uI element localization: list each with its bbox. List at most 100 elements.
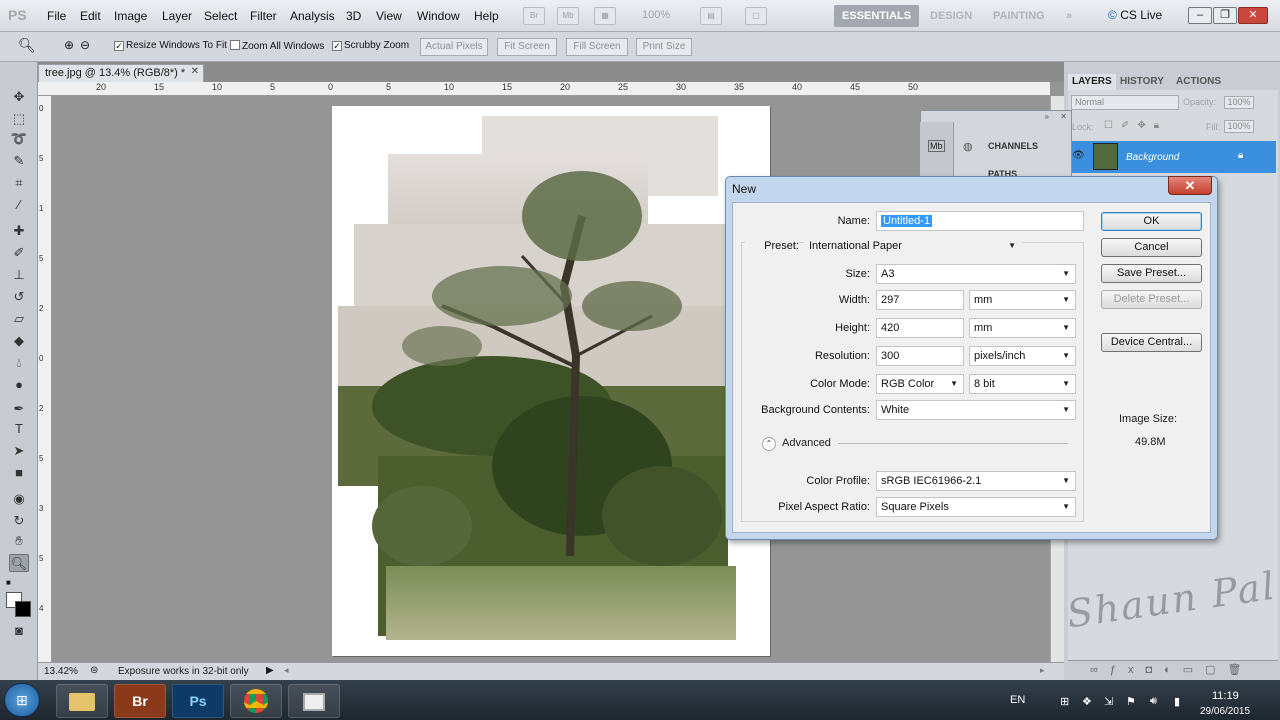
tab-history[interactable]: HISTORY <box>1120 74 1164 90</box>
extras-icon[interactable]: ▦ <box>594 7 616 25</box>
background-contents-select[interactable]: White ▼ <box>876 400 1076 420</box>
paint-bucket-tool-icon[interactable]: ◆ <box>9 332 29 350</box>
rectangle-tool-icon[interactable]: ■ <box>9 464 29 482</box>
scroll-left-icon[interactable]: ◂ <box>284 665 289 676</box>
scroll-right-icon[interactable]: ▸ <box>1040 665 1045 676</box>
dialog-close-icon[interactable]: ✕ <box>1168 176 1212 195</box>
eraser-tool-icon[interactable]: ▱ <box>9 310 29 328</box>
start-button[interactable]: ⊞ <box>4 683 40 717</box>
status-zoom-level[interactable]: 13.42% <box>44 666 78 677</box>
workspace-essentials[interactable]: ESSENTIALS <box>834 5 920 27</box>
width-unit-select[interactable]: mm ▼ <box>969 290 1076 310</box>
quick-select-tool-icon[interactable]: ✎ <box>9 152 29 170</box>
visibility-eye-icon[interactable]: 👁︎ <box>1072 150 1085 161</box>
workspace-design[interactable]: DESIGN <box>922 5 980 27</box>
fill-field[interactable]: 100% <box>1224 120 1254 133</box>
screen-mode-icon[interactable]: ▢ <box>745 7 767 25</box>
3d-orbit-tool-icon[interactable]: ↻ <box>9 512 29 530</box>
name-field[interactable]: Untitled-1 <box>876 211 1084 231</box>
bit-depth-select[interactable]: 8 bit ▼ <box>969 374 1076 394</box>
crop-tool-icon[interactable]: ⌗ <box>9 174 29 192</box>
document-canvas[interactable] <box>332 106 770 656</box>
photoshop-taskbar-button[interactable]: Ps <box>172 684 224 718</box>
ok-button[interactable]: OK <box>1101 212 1202 231</box>
height-field[interactable]: 420 <box>876 318 964 338</box>
height-unit-select[interactable]: mm ▼ <box>969 318 1076 338</box>
menu-image[interactable]: Image <box>114 9 147 23</box>
close-panel-icon[interactable]: ✕ <box>1060 112 1067 121</box>
menu-file[interactable]: File <box>47 9 66 23</box>
cancel-button[interactable]: Cancel <box>1101 238 1202 257</box>
document-tab[interactable]: tree.jpg @ 13.4% (RGB/8*) * ✕ <box>38 64 204 82</box>
color-mode-select[interactable]: RGB Color ▼ <box>876 374 964 394</box>
horizontal-ruler[interactable]: 20 15 10 5 0 5 10 15 20 25 30 35 40 45 50 <box>38 82 1050 96</box>
eyedropper-tool-icon[interactable]: ⁄ <box>9 196 29 214</box>
bridge-launch-icon[interactable]: Br <box>523 7 545 25</box>
quick-mask-icon[interactable]: ◙ <box>9 622 29 640</box>
volume-icon[interactable]: 🔊︎ <box>1150 695 1157 708</box>
lock-options-icon[interactable]: ☐✐✥🔒︎ <box>1104 120 1167 131</box>
menu-edit[interactable]: Edit <box>80 9 101 23</box>
clone-stamp-tool-icon[interactable]: ⊥ <box>9 266 29 284</box>
bridge-taskbar-button[interactable]: Br <box>114 684 166 718</box>
pen-tool-icon[interactable]: ✒ <box>9 400 29 418</box>
clock-date[interactable]: 29/06/2015 <box>1200 706 1250 717</box>
color-profile-select[interactable]: sRGB IEC61966-2.1 ▼ <box>876 471 1076 491</box>
actual-pixels-button[interactable]: Actual Pixels <box>420 38 488 56</box>
dodge-tool-icon[interactable]: ● <box>9 376 29 394</box>
preset-select[interactable]: International Paper ▼ <box>804 236 1022 256</box>
zoom-all-windows-checkbox[interactable]: Zoom All Windows <box>230 40 324 52</box>
restore-icon[interactable]: ❐ <box>1213 7 1237 24</box>
fill-screen-button[interactable]: Fill Screen <box>566 38 628 56</box>
resolution-field[interactable]: 300 <box>876 346 964 366</box>
opacity-field[interactable]: 100% <box>1224 96 1254 109</box>
zoom-tool-preset-icon[interactable]: 🔍︎ <box>18 37 36 54</box>
status-menu-arrow-icon[interactable]: ▶ <box>266 665 274 676</box>
collapse-panel-icon[interactable]: » <box>1045 112 1049 121</box>
menu-help[interactable]: Help <box>474 9 499 23</box>
safely-remove-icon[interactable]: ⇲ <box>1104 695 1113 708</box>
save-preset-button[interactable]: Save Preset... <box>1101 264 1202 283</box>
cs-live-button[interactable]: © CS Live <box>1108 8 1162 22</box>
menu-window[interactable]: Window <box>417 9 460 23</box>
lasso-tool-icon[interactable]: ➰ <box>9 130 29 148</box>
history-brush-tool-icon[interactable]: ↺ <box>9 288 29 306</box>
zoom-in-icon[interactable]: ⊕ <box>64 38 74 52</box>
windows-flag-icon[interactable]: ⊞ <box>1060 695 1069 708</box>
default-colors-icon[interactable]: ■ <box>6 578 11 587</box>
width-field[interactable]: 297 <box>876 290 964 310</box>
explorer-taskbar-icon[interactable] <box>56 684 108 718</box>
menu-3d[interactable]: 3D <box>346 9 361 23</box>
dropbox-icon[interactable]: ❖ <box>1082 695 1092 708</box>
pixel-aspect-select[interactable]: Square Pixels ▼ <box>876 497 1076 517</box>
vertical-ruler[interactable]: 0 5 1 5 2 0 2 5 3 5 4 <box>38 96 52 662</box>
channels-panel-label[interactable]: CHANNELS <box>988 141 1038 151</box>
fit-screen-button[interactable]: Fit Screen <box>497 38 557 56</box>
print-size-button[interactable]: Print Size <box>636 38 692 56</box>
more-workspaces-icon[interactable]: » <box>1058 5 1080 27</box>
blur-tool-icon[interactable]: 💧︎ <box>9 354 29 372</box>
path-selection-tool-icon[interactable]: ➤ <box>9 442 29 460</box>
zoom-level[interactable]: 100% <box>642 9 670 21</box>
window-taskbar-icon[interactable] <box>288 684 340 718</box>
menu-filter[interactable]: Filter <box>250 9 277 23</box>
close-tab-icon[interactable]: ✕ <box>191 66 199 77</box>
language-indicator[interactable]: EN <box>1010 694 1025 706</box>
menu-select[interactable]: Select <box>204 9 237 23</box>
network-icon[interactable]: ▮ <box>1174 695 1180 708</box>
move-tool-icon[interactable]: ✥ <box>9 88 29 106</box>
3d-rotate-tool-icon[interactable]: ◉ <box>9 490 29 508</box>
workspace-painting[interactable]: PAINTING <box>985 5 1053 27</box>
tab-actions[interactable]: ACTIONS <box>1176 74 1221 90</box>
menu-analysis[interactable]: Analysis <box>290 9 335 23</box>
advanced-toggle-icon[interactable]: ⌃ <box>762 437 776 451</box>
action-center-icon[interactable]: ⚑ <box>1126 695 1136 708</box>
resolution-unit-select[interactable]: pixels/inch ▼ <box>969 346 1076 366</box>
advanced-label[interactable]: Advanced <box>782 437 831 449</box>
layer-footer-icons[interactable]: ∞ƒx◘◐▭▢🗑︎ <box>1090 663 1254 676</box>
menu-view[interactable]: View <box>376 9 402 23</box>
chrome-taskbar-icon[interactable] <box>230 684 282 718</box>
tab-layers[interactable]: LAYERS <box>1068 74 1116 90</box>
hand-tool-icon[interactable]: ✋︎ <box>9 532 29 550</box>
minimize-icon[interactable]: – <box>1188 7 1212 24</box>
